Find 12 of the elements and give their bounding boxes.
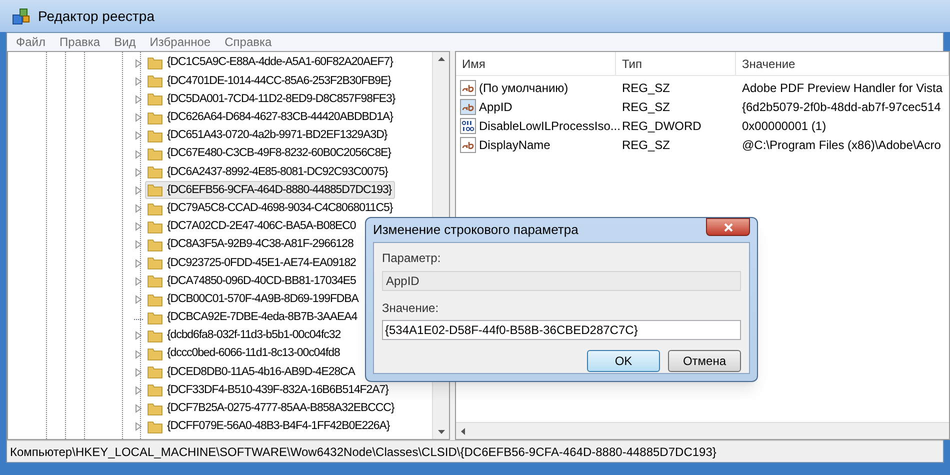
parameter-field: AppID <box>382 271 741 291</box>
parameter-label: Параметр: <box>382 250 442 267</box>
value-type: REG_SZ <box>621 136 672 154</box>
value-data: 0x00000001 (1) <box>741 118 828 134</box>
value-type: REG_SZ <box>621 80 672 96</box>
value-type: REG_SZ <box>621 98 672 116</box>
value-data: @C:\Program Files (x86)\Adobe\Acro <box>741 136 942 154</box>
window-title: Редактор реестра <box>38 6 154 26</box>
value-data: {6d2b5079-2f0b-48dd-ab7f-97cec514 <box>741 98 942 116</box>
value-data: Adobe PDF Preview Handler for Vista <box>741 80 944 96</box>
value-label: Значение: <box>382 300 440 317</box>
dialog-title: Изменение строкового параметра <box>373 221 578 240</box>
